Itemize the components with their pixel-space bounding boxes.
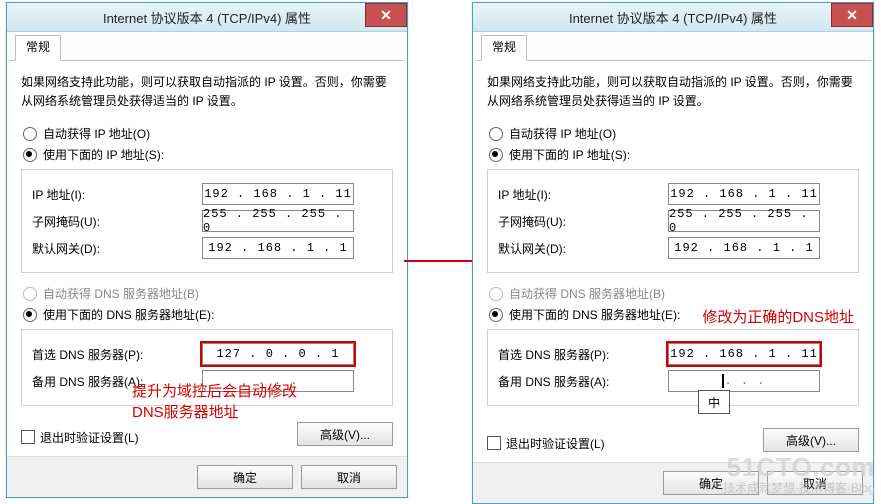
row-ip: IP 地址(I): 192 . 168 . 1 . 11 [498, 183, 848, 205]
radio-auto-dns: 自动获得 DNS 服务器地址(B) [489, 285, 859, 302]
pref-dns-label: 首选 DNS 服务器(P): [498, 346, 668, 363]
ip-label: IP 地址(I): [498, 186, 668, 203]
ip-input[interactable]: 192 . 168 . 1 . 11 [668, 183, 820, 205]
radio-auto-ip[interactable]: 自动获得 IP 地址(O) [23, 125, 393, 142]
dns-group: 修改为正确的DNS地址 首选 DNS 服务器(P): 192 . 168 . 1… [487, 329, 859, 406]
mask-label: 子网掩码(U): [498, 213, 668, 230]
annotation-text: 提升为域控后会自动修改 DNS服务器地址 [132, 382, 297, 423]
checkbox-label: 退出时验证设置(L) [40, 429, 139, 446]
gateway-input[interactable]: 192 . 168 . 1 . 1 [202, 237, 354, 259]
radio-use-ip[interactable]: 使用下面的 IP 地址(S): [23, 146, 393, 163]
row-mask: 子网掩码(U): 255 . 255 . 255 . 0 [32, 210, 382, 232]
radio-icon [489, 148, 503, 162]
advanced-button[interactable]: 高级(V)... [297, 422, 393, 446]
ip-label: IP 地址(I): [32, 186, 202, 203]
dialog-footer: 确定 取消 [7, 456, 407, 497]
dialog-body: 如果网络支持此功能，则可以获取自动指派的 IP 设置。否则，你需要从网络系统管理… [473, 61, 873, 462]
radio-icon [489, 287, 503, 301]
row-gateway: 默认网关(D): 192 . 168 . 1 . 1 [498, 237, 848, 259]
cancel-button[interactable]: 取消 [767, 471, 863, 495]
pref-dns-input[interactable]: 192 . 168 . 1 . 11 [668, 343, 820, 365]
dialog-footer: 确定 取消 [473, 462, 873, 503]
tab-strip: 常规 [475, 34, 871, 61]
ip-input[interactable]: 192 . 168 . 1 . 11 [202, 183, 354, 205]
checkbox-label: 退出时验证设置(L) [506, 435, 605, 452]
description-text: 如果网络支持此功能，则可以获取自动指派的 IP 设置。否则，你需要从网络系统管理… [487, 73, 859, 111]
pref-dns-label: 首选 DNS 服务器(P): [32, 346, 202, 363]
gateway-label: 默认网关(D): [32, 240, 202, 257]
titlebar: Internet 协议版本 4 (TCP/IPv4) 属性 ✕ [7, 3, 407, 32]
description-text: 如果网络支持此功能，则可以获取自动指派的 IP 设置。否则，你需要从网络系统管理… [21, 73, 393, 111]
radio-icon [489, 127, 503, 141]
ok-button[interactable]: 确定 [663, 471, 759, 495]
radio-label: 自动获得 DNS 服务器地址(B) [509, 285, 665, 302]
mask-input[interactable]: 255 . 255 . 255 . 0 [202, 210, 354, 232]
close-button[interactable]: ✕ [365, 3, 407, 27]
radio-label: 自动获得 DNS 服务器地址(B) [43, 285, 199, 302]
radio-label: 自动获得 IP 地址(O) [509, 125, 616, 142]
annot-line1: 提升为域控后会自动修改 [132, 382, 297, 402]
dialog-body: 如果网络支持此功能，则可以获取自动指派的 IP 设置。否则，你需要从网络系统管理… [7, 61, 407, 456]
tcpip-dialog-after: Internet 协议版本 4 (TCP/IPv4) 属性 ✕ 常规 如果网络支… [472, 2, 874, 504]
dns-group: 首选 DNS 服务器(P): 127 . 0 . 0 . 1 备用 DNS 服务… [21, 329, 393, 406]
gateway-label: 默认网关(D): [498, 240, 668, 257]
row-mask: 子网掩码(U): 255 . 255 . 255 . 0 [498, 210, 848, 232]
radio-icon [23, 148, 37, 162]
close-icon: ✕ [380, 7, 392, 24]
checkbox-icon [487, 436, 501, 450]
pref-dns-input[interactable]: 127 . 0 . 0 . 1 [202, 343, 354, 365]
row-pref-dns: 首选 DNS 服务器(P): 192 . 168 . 1 . 11 [498, 343, 848, 365]
cancel-button[interactable]: 取消 [301, 465, 397, 489]
annot-line2: DNS服务器地址 [132, 403, 297, 423]
close-button[interactable]: ✕ [831, 3, 873, 27]
alt-dns-value: . . . [724, 374, 765, 388]
row-alt-dns: 备用 DNS 服务器(A): . . . [498, 370, 848, 392]
tab-general[interactable]: 常规 [481, 35, 527, 61]
row-ip: IP 地址(I): 192 . 168 . 1 . 11 [32, 183, 382, 205]
radio-icon [489, 308, 503, 322]
radio-label: 使用下面的 IP 地址(S): [509, 146, 630, 163]
gateway-input[interactable]: 192 . 168 . 1 . 1 [668, 237, 820, 259]
ime-indicator: 中 [698, 390, 730, 414]
tab-strip: 常规 [9, 34, 405, 61]
window-title: Internet 协议版本 4 (TCP/IPv4) 属性 [473, 8, 873, 27]
radio-icon [23, 127, 37, 141]
radio-label: 自动获得 IP 地址(O) [43, 125, 150, 142]
radio-icon [23, 287, 37, 301]
ok-button[interactable]: 确定 [197, 465, 293, 489]
tcpip-dialog-before: Internet 协议版本 4 (TCP/IPv4) 属性 ✕ 常规 如果网络支… [6, 2, 408, 498]
radio-icon [23, 308, 37, 322]
window-title: Internet 协议版本 4 (TCP/IPv4) 属性 [7, 8, 407, 27]
row-pref-dns: 首选 DNS 服务器(P): 127 . 0 . 0 . 1 [32, 343, 382, 365]
ip-group: IP 地址(I): 192 . 168 . 1 . 11 子网掩码(U): 25… [487, 169, 859, 273]
radio-use-dns[interactable]: 使用下面的 DNS 服务器地址(E): [23, 306, 393, 323]
close-icon: ✕ [846, 7, 858, 24]
mask-label: 子网掩码(U): [32, 213, 202, 230]
mask-input[interactable]: 255 . 255 . 255 . 0 [668, 210, 820, 232]
checkbox-icon [21, 430, 35, 444]
alt-dns-input[interactable]: . . . [668, 370, 820, 392]
advanced-button[interactable]: 高级(V)... [763, 428, 859, 452]
ip-group: IP 地址(I): 192 . 168 . 1 . 11 子网掩码(U): 25… [21, 169, 393, 273]
checkbox-validate[interactable]: 退出时验证设置(L) [487, 435, 605, 452]
tab-general[interactable]: 常规 [15, 35, 61, 61]
annot-line1: 修改为正确的DNS地址 [702, 308, 854, 328]
alt-dns-label: 备用 DNS 服务器(A): [498, 373, 668, 390]
checkbox-validate[interactable]: 退出时验证设置(L) [21, 429, 139, 446]
radio-label: 使用下面的 DNS 服务器地址(E): [509, 306, 680, 323]
radio-label: 使用下面的 IP 地址(S): [43, 146, 164, 163]
titlebar: Internet 协议版本 4 (TCP/IPv4) 属性 ✕ [473, 3, 873, 32]
row-gateway: 默认网关(D): 192 . 168 . 1 . 1 [32, 237, 382, 259]
annotation-text: 修改为正确的DNS地址 [702, 308, 854, 328]
radio-auto-ip[interactable]: 自动获得 IP 地址(O) [489, 125, 859, 142]
radio-use-ip[interactable]: 使用下面的 IP 地址(S): [489, 146, 859, 163]
radio-label: 使用下面的 DNS 服务器地址(E): [43, 306, 214, 323]
radio-auto-dns: 自动获得 DNS 服务器地址(B) [23, 285, 393, 302]
